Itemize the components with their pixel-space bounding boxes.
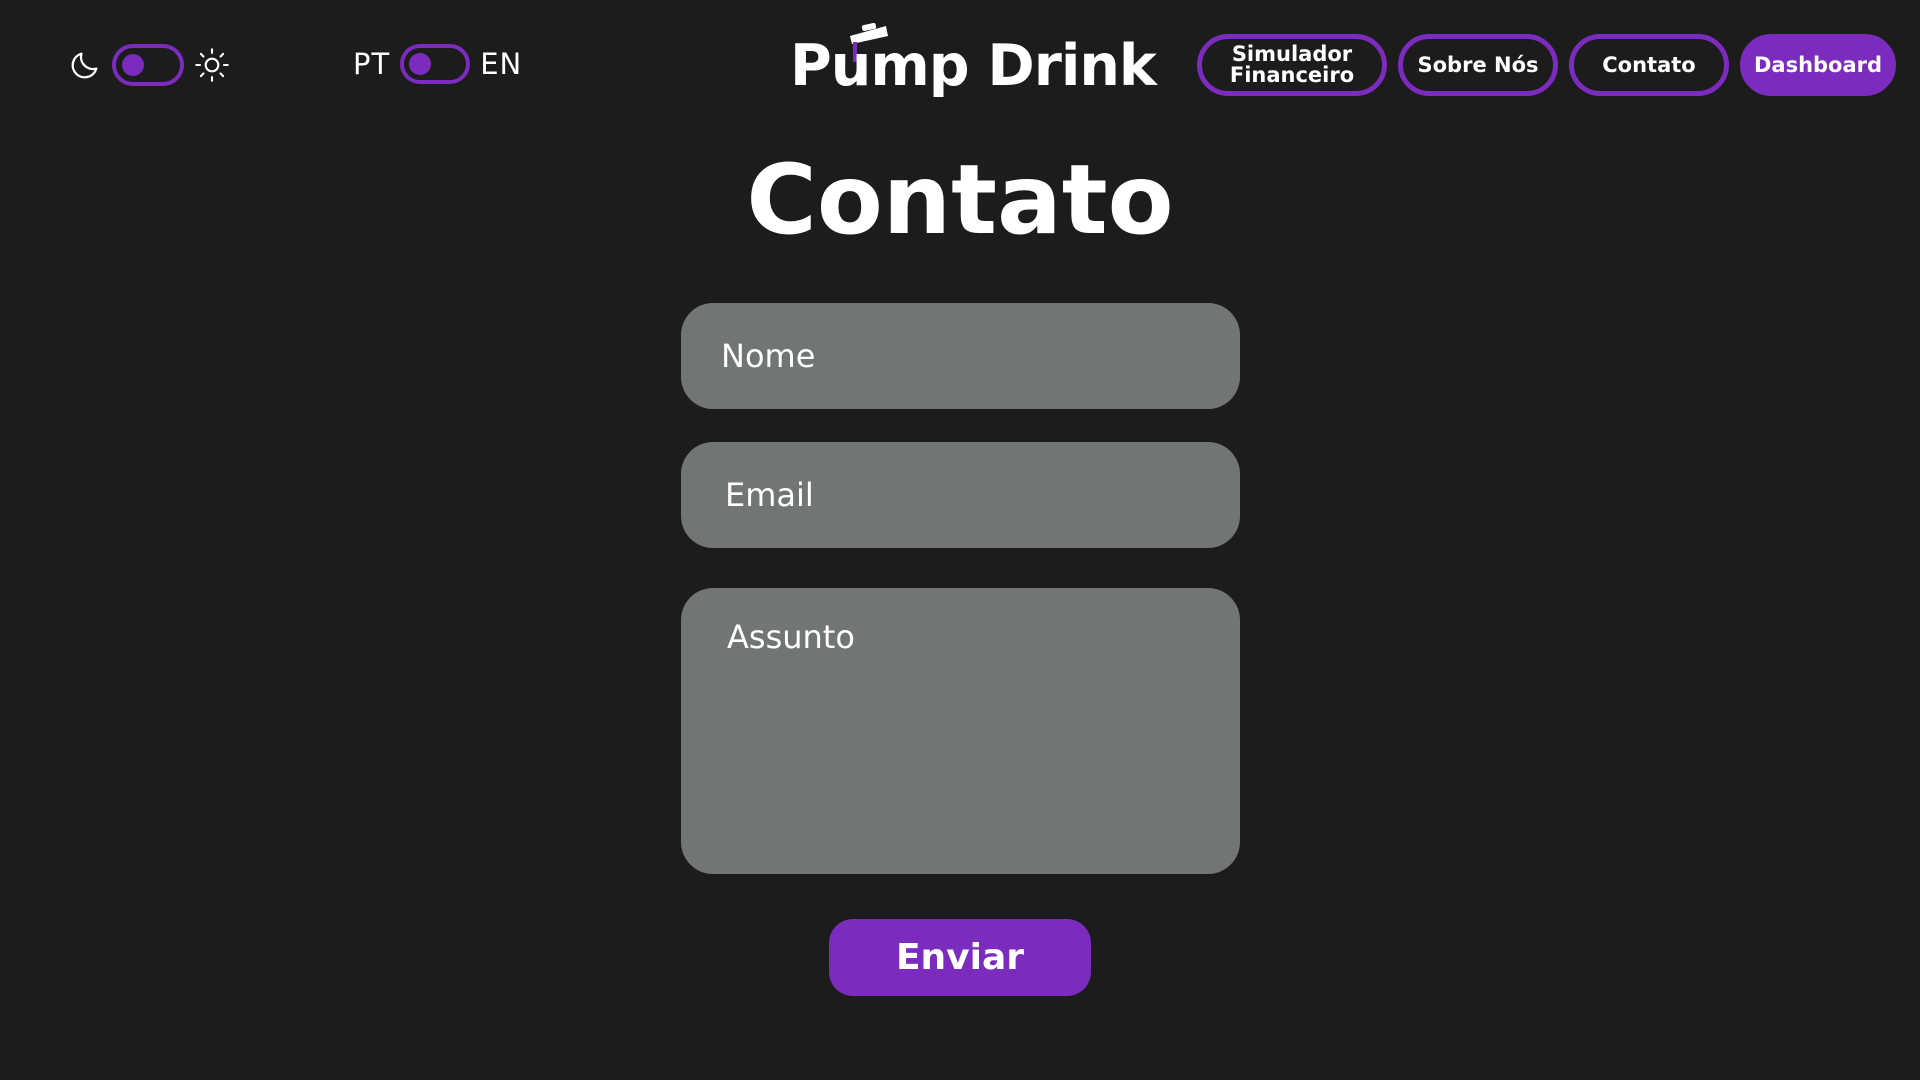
language-switch[interactable] <box>400 44 471 84</box>
sun-icon <box>194 47 230 83</box>
theme-switch-knob <box>122 54 144 76</box>
nav-simulator-label: Simulador Financeiro <box>1230 44 1354 86</box>
logo-text: Pump Drink <box>790 33 1157 99</box>
nav-simulator-button[interactable]: Simulador Financeiro <box>1197 34 1387 96</box>
subject-textarea[interactable] <box>681 588 1240 874</box>
language-switch-knob <box>409 53 432 75</box>
send-button[interactable]: Enviar <box>829 919 1091 996</box>
nav-contact-button[interactable]: Contato <box>1569 34 1729 96</box>
language-label-pt: PT <box>353 47 391 81</box>
email-input[interactable] <box>681 442 1240 548</box>
main-nav: Simulador Financeiro Sobre Nós Contato D… <box>1197 34 1896 96</box>
theme-switch[interactable] <box>112 44 184 86</box>
nav-simulator-label-line2: Financeiro <box>1229 63 1355 87</box>
nav-dashboard-button[interactable]: Dashboard <box>1740 34 1896 96</box>
theme-toggle-group <box>68 44 230 86</box>
language-label-en: EN <box>480 47 523 81</box>
name-input[interactable] <box>681 303 1240 409</box>
moon-icon <box>68 48 102 82</box>
language-toggle-group: PT EN <box>353 40 522 88</box>
nav-about-button[interactable]: Sobre Nós <box>1398 34 1558 96</box>
contact-page: PT EN Pump Drink Simulador Financeiro So… <box>0 0 1920 1080</box>
brand-logo[interactable]: Pump Drink <box>790 22 1157 106</box>
page-title: Contato <box>746 144 1174 256</box>
